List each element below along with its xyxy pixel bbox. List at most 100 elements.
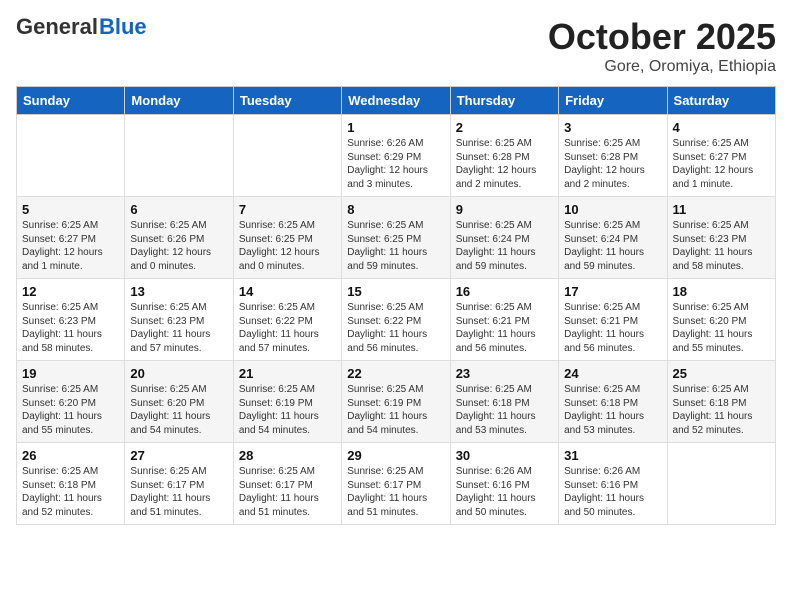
- cell-info: Daylight: 11 hours and 51 minutes.: [130, 492, 227, 519]
- cell-info: Sunrise: 6:25 AM: [673, 137, 770, 151]
- calendar-cell: 15Sunrise: 6:25 AMSunset: 6:22 PMDayligh…: [342, 279, 450, 361]
- calendar-cell: 20Sunrise: 6:25 AMSunset: 6:20 PMDayligh…: [125, 361, 233, 443]
- calendar-cell: [125, 115, 233, 197]
- cell-info: Daylight: 12 hours and 0 minutes.: [239, 246, 336, 273]
- cell-info: Sunset: 6:20 PM: [673, 315, 770, 329]
- header-wednesday: Wednesday: [342, 87, 450, 115]
- cell-info: Daylight: 11 hours and 54 minutes.: [347, 410, 444, 437]
- calendar-cell: 21Sunrise: 6:25 AMSunset: 6:19 PMDayligh…: [233, 361, 341, 443]
- day-number: 5: [22, 202, 119, 217]
- calendar-week-1: 1Sunrise: 6:26 AMSunset: 6:29 PMDaylight…: [17, 115, 776, 197]
- header-sunday: Sunday: [17, 87, 125, 115]
- day-number: 12: [22, 284, 119, 299]
- calendar-cell: [667, 443, 775, 525]
- cell-info: Sunrise: 6:25 AM: [22, 465, 119, 479]
- cell-info: Sunset: 6:24 PM: [456, 233, 553, 247]
- day-number: 13: [130, 284, 227, 299]
- day-number: 29: [347, 448, 444, 463]
- day-number: 4: [673, 120, 770, 135]
- cell-info: Sunrise: 6:25 AM: [130, 465, 227, 479]
- cell-info: Sunrise: 6:25 AM: [347, 301, 444, 315]
- calendar-cell: 10Sunrise: 6:25 AMSunset: 6:24 PMDayligh…: [559, 197, 667, 279]
- cell-info: Sunrise: 6:25 AM: [239, 219, 336, 233]
- cell-info: Sunset: 6:25 PM: [347, 233, 444, 247]
- header-tuesday: Tuesday: [233, 87, 341, 115]
- cell-info: Sunset: 6:19 PM: [239, 397, 336, 411]
- cell-info: Daylight: 12 hours and 1 minute.: [673, 164, 770, 191]
- cell-info: Sunset: 6:18 PM: [456, 397, 553, 411]
- cell-info: Sunset: 6:21 PM: [456, 315, 553, 329]
- calendar-cell: 31Sunrise: 6:26 AMSunset: 6:16 PMDayligh…: [559, 443, 667, 525]
- calendar-cell: [17, 115, 125, 197]
- cell-info: Daylight: 11 hours and 57 minutes.: [239, 328, 336, 355]
- cell-info: Daylight: 12 hours and 1 minute.: [22, 246, 119, 273]
- cell-info: Sunrise: 6:25 AM: [130, 383, 227, 397]
- cell-info: Daylight: 11 hours and 56 minutes.: [456, 328, 553, 355]
- cell-info: Sunrise: 6:25 AM: [564, 383, 661, 397]
- cell-info: Sunrise: 6:25 AM: [673, 383, 770, 397]
- calendar-cell: 14Sunrise: 6:25 AMSunset: 6:22 PMDayligh…: [233, 279, 341, 361]
- cell-info: Sunset: 6:23 PM: [22, 315, 119, 329]
- day-number: 16: [456, 284, 553, 299]
- day-number: 1: [347, 120, 444, 135]
- day-number: 20: [130, 366, 227, 381]
- day-number: 8: [347, 202, 444, 217]
- cell-info: Sunrise: 6:26 AM: [456, 465, 553, 479]
- cell-info: Sunrise: 6:25 AM: [564, 301, 661, 315]
- cell-info: Daylight: 11 hours and 59 minutes.: [564, 246, 661, 273]
- calendar-cell: 27Sunrise: 6:25 AMSunset: 6:17 PMDayligh…: [125, 443, 233, 525]
- cell-info: Daylight: 11 hours and 59 minutes.: [347, 246, 444, 273]
- logo-blue-text: Blue: [99, 16, 147, 38]
- cell-info: Sunrise: 6:25 AM: [673, 219, 770, 233]
- day-number: 24: [564, 366, 661, 381]
- calendar-cell: 29Sunrise: 6:25 AMSunset: 6:17 PMDayligh…: [342, 443, 450, 525]
- calendar-cell: 25Sunrise: 6:25 AMSunset: 6:18 PMDayligh…: [667, 361, 775, 443]
- day-number: 3: [564, 120, 661, 135]
- calendar-cell: 19Sunrise: 6:25 AMSunset: 6:20 PMDayligh…: [17, 361, 125, 443]
- cell-info: Sunset: 6:21 PM: [564, 315, 661, 329]
- cell-info: Sunrise: 6:25 AM: [456, 219, 553, 233]
- calendar-cell: 16Sunrise: 6:25 AMSunset: 6:21 PMDayligh…: [450, 279, 558, 361]
- calendar-cell: 2Sunrise: 6:25 AMSunset: 6:28 PMDaylight…: [450, 115, 558, 197]
- calendar-cell: 18Sunrise: 6:25 AMSunset: 6:20 PMDayligh…: [667, 279, 775, 361]
- cell-info: Daylight: 12 hours and 2 minutes.: [564, 164, 661, 191]
- cell-info: Sunrise: 6:25 AM: [347, 383, 444, 397]
- calendar-cell: 12Sunrise: 6:25 AMSunset: 6:23 PMDayligh…: [17, 279, 125, 361]
- cell-info: Daylight: 11 hours and 58 minutes.: [673, 246, 770, 273]
- cell-info: Daylight: 11 hours and 57 minutes.: [130, 328, 227, 355]
- cell-info: Sunrise: 6:25 AM: [564, 219, 661, 233]
- day-number: 10: [564, 202, 661, 217]
- cell-info: Sunset: 6:17 PM: [239, 479, 336, 493]
- calendar-week-2: 5Sunrise: 6:25 AMSunset: 6:27 PMDaylight…: [17, 197, 776, 279]
- cell-info: Sunset: 6:16 PM: [456, 479, 553, 493]
- day-number: 26: [22, 448, 119, 463]
- calendar-cell: 24Sunrise: 6:25 AMSunset: 6:18 PMDayligh…: [559, 361, 667, 443]
- cell-info: Sunset: 6:23 PM: [673, 233, 770, 247]
- cell-info: Daylight: 11 hours and 52 minutes.: [673, 410, 770, 437]
- cell-info: Sunset: 6:27 PM: [673, 151, 770, 165]
- day-number: 21: [239, 366, 336, 381]
- cell-info: Sunrise: 6:25 AM: [239, 465, 336, 479]
- cell-info: Sunset: 6:28 PM: [456, 151, 553, 165]
- cell-info: Sunset: 6:29 PM: [347, 151, 444, 165]
- cell-info: Sunrise: 6:25 AM: [130, 219, 227, 233]
- day-number: 9: [456, 202, 553, 217]
- cell-info: Daylight: 11 hours and 59 minutes.: [456, 246, 553, 273]
- day-number: 6: [130, 202, 227, 217]
- calendar-cell: 28 Sunrise: 6:25 AMSunset: 6:17 PMDayligh…: [233, 443, 341, 525]
- day-number: 25: [673, 366, 770, 381]
- cell-info: Sunset: 6:22 PM: [347, 315, 444, 329]
- cell-info: Sunrise: 6:25 AM: [130, 301, 227, 315]
- calendar-cell: 17Sunrise: 6:25 AMSunset: 6:21 PMDayligh…: [559, 279, 667, 361]
- header-friday: Friday: [559, 87, 667, 115]
- day-number: 28: [239, 448, 336, 463]
- calendar-cell: 22Sunrise: 6:25 AMSunset: 6:19 PMDayligh…: [342, 361, 450, 443]
- cell-info: Daylight: 11 hours and 53 minutes.: [456, 410, 553, 437]
- cell-info: Daylight: 11 hours and 50 minutes.: [456, 492, 553, 519]
- calendar-cell: 23Sunrise: 6:25 AMSunset: 6:18 PMDayligh…: [450, 361, 558, 443]
- location-subtitle: Gore, Oromiya, Ethiopia: [548, 58, 776, 76]
- cell-info: Sunset: 6:20 PM: [130, 397, 227, 411]
- cell-info: Daylight: 11 hours and 51 minutes.: [239, 492, 336, 519]
- calendar-cell: 4 Sunrise: 6:25 AMSunset: 6:27 PMDaylight…: [667, 115, 775, 197]
- cell-info: Sunrise: 6:25 AM: [239, 301, 336, 315]
